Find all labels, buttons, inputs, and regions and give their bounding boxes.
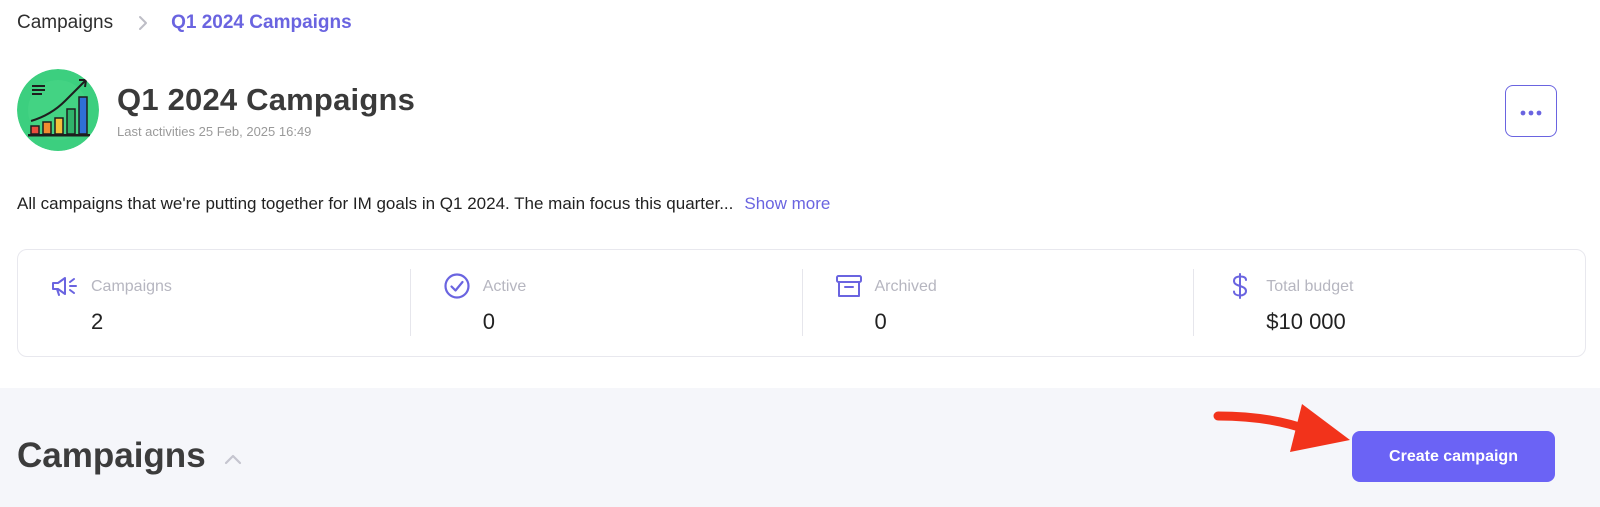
chevron-right-icon bbox=[135, 15, 151, 31]
breadcrumb-current: Q1 2024 Campaigns bbox=[171, 12, 352, 33]
page-title: Q1 2024 Campaigns bbox=[117, 82, 416, 117]
stat-active: Active 0 bbox=[409, 250, 802, 356]
stat-label: Campaigns bbox=[91, 278, 172, 295]
stats-card: Campaigns 2 Active 0 Archived 0 Total bu… bbox=[17, 249, 1586, 357]
chevron-up-icon[interactable] bbox=[222, 450, 244, 468]
stat-value: 0 bbox=[874, 309, 887, 334]
stat-archived: Archived 0 bbox=[801, 250, 1194, 356]
show-more-link[interactable]: Show more bbox=[744, 194, 830, 214]
campaign-folder-page: Campaigns Q1 2024 Campaigns Q1 2024 Camp… bbox=[0, 0, 1600, 507]
megaphone-icon bbox=[51, 272, 79, 300]
stat-label: Total budget bbox=[1266, 278, 1354, 295]
stat-value: 0 bbox=[482, 309, 495, 334]
breadcrumb: Campaigns Q1 2024 Campaigns bbox=[17, 10, 352, 36]
campaigns-section: Campaigns Create campaign bbox=[0, 388, 1600, 507]
stat-value: 2 bbox=[91, 309, 104, 334]
description-text: All campaigns that we're putting togethe… bbox=[17, 194, 734, 213]
last-activity-text: Last activities 25 Feb, 2025 16:49 bbox=[117, 124, 312, 139]
stat-value: $10 000 bbox=[1266, 309, 1346, 334]
stat-label: Active bbox=[482, 278, 527, 295]
stat-campaigns: Campaigns 2 bbox=[18, 250, 410, 356]
stat-total-budget: Total budget $10 000 bbox=[1193, 250, 1585, 356]
annotation-arrow-icon bbox=[1213, 404, 1350, 452]
more-horizontal-icon bbox=[1520, 104, 1542, 119]
dollar-icon bbox=[1226, 272, 1254, 300]
section-title: Campaigns bbox=[17, 436, 206, 475]
check-circle-icon bbox=[443, 272, 471, 300]
more-options-button[interactable] bbox=[1505, 85, 1557, 137]
stat-label: Archived bbox=[874, 278, 937, 295]
breadcrumb-campaigns-link[interactable]: Campaigns bbox=[17, 12, 113, 34]
create-campaign-button[interactable]: Create campaign bbox=[1352, 431, 1555, 482]
growth-chart-icon bbox=[17, 69, 99, 151]
archive-icon bbox=[835, 272, 863, 300]
folder-description: All campaigns that we're putting togethe… bbox=[17, 194, 830, 214]
